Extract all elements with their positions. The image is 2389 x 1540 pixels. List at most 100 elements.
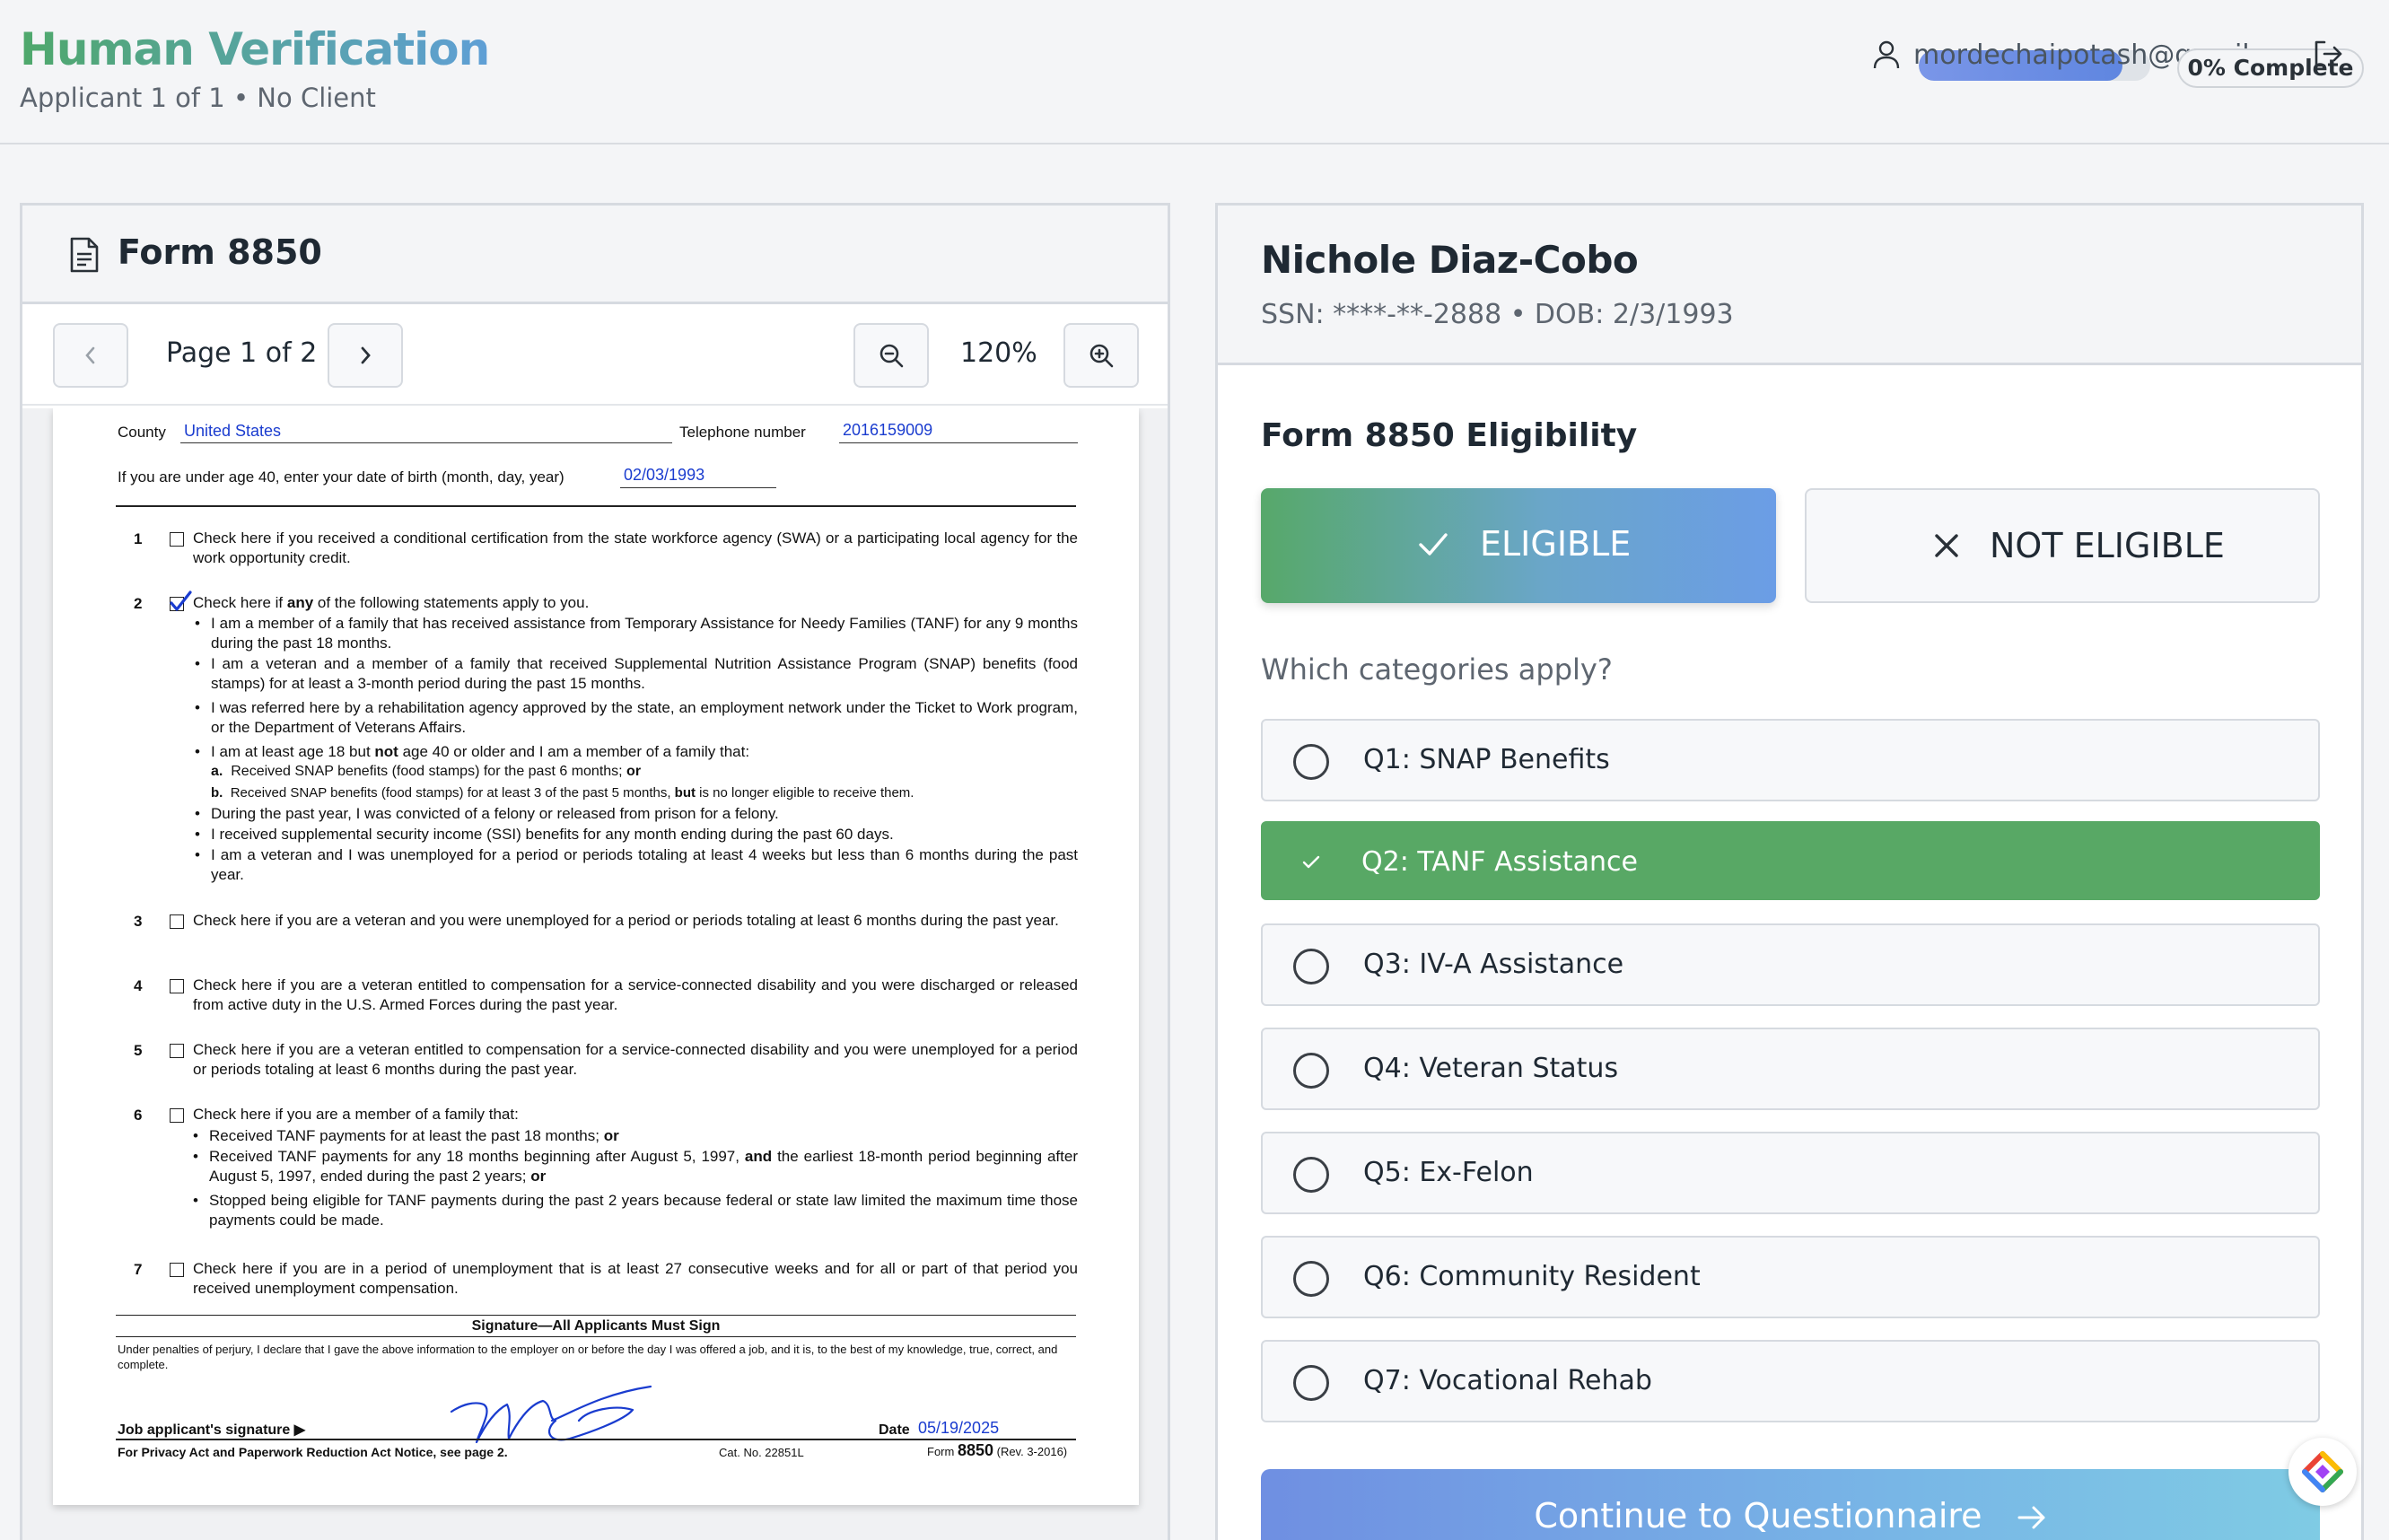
bullet: I am a veteran and a member of a family … <box>195 654 1078 694</box>
item-text: Check here if any of the following state… <box>193 594 590 611</box>
checkbox[interactable] <box>170 532 184 547</box>
phone-value: 2016159009 <box>843 421 933 439</box>
phone-line <box>839 442 1078 443</box>
page-indicator: Page 1 of 2 <box>166 337 318 369</box>
item-text: Check here if you received a conditional… <box>193 529 1078 566</box>
eligible-button[interactable]: ELIGIBLE <box>1261 488 1776 603</box>
document-viewer[interactable]: County United States Telephone number 20… <box>22 408 1168 1540</box>
checkbox[interactable] <box>170 1044 184 1058</box>
bullet: I received supplemental security income … <box>195 825 1078 844</box>
item-number: 7 <box>134 1261 143 1278</box>
document-panel: Form 8850 Page 1 of 2 120% County United… <box>20 203 1170 1540</box>
category-q5[interactable]: Q5: Ex-Felon <box>1261 1132 2320 1214</box>
divider <box>116 1315 1076 1316</box>
zoom-out-button[interactable] <box>853 323 929 388</box>
bullet: I was referred here by a rehabilitation … <box>195 698 1078 738</box>
not-eligible-label: NOT ELIGIBLE <box>1990 526 2225 565</box>
item-text: Check here if you are a member of a fami… <box>193 1106 519 1123</box>
document-toolbar: Page 1 of 2 120% <box>22 307 1168 406</box>
signature-heading: Signature—All Applicants Must Sign <box>471 1318 721 1334</box>
bullet: Received TANF payments for any 18 months… <box>193 1147 1078 1186</box>
eligibility-title: Form 8850 Eligibility <box>1261 417 1638 454</box>
county-label: County <box>118 424 166 441</box>
item-text: Check here if you are a veteran entitled… <box>193 976 1078 1013</box>
checkbox-checked[interactable] <box>170 591 192 611</box>
checkbox[interactable] <box>170 1263 184 1277</box>
category-q4[interactable]: Q4: Veteran Status <box>1261 1028 2320 1110</box>
zoom-in-button[interactable] <box>1063 323 1139 388</box>
category-q1[interactable]: Q1: SNAP Benefits <box>1261 719 2320 801</box>
radio-button[interactable] <box>1293 1365 1329 1401</box>
chevron-right-icon <box>361 346 371 364</box>
zoom-in-icon <box>1089 344 1114 368</box>
bullet: During the past year, I was convicted of… <box>195 804 1078 824</box>
category-label: Q1: SNAP Benefits <box>1363 744 1610 775</box>
item-text: Check here if you are a veteran entitled… <box>193 1041 1078 1078</box>
sub-item: b. Received SNAP benefits (food stamps) … <box>211 785 914 801</box>
applicant-name: Nichole Diaz-Cobo <box>1261 238 1639 282</box>
form-number: Form 8850 (Rev. 3-2016) <box>927 1441 1068 1459</box>
bullet: I am a member of a family that has recei… <box>195 614 1078 653</box>
radio-button[interactable] <box>1293 1261 1329 1297</box>
previous-page-button[interactable] <box>53 323 128 388</box>
radio-button[interactable] <box>1293 1053 1329 1089</box>
date-label: Date <box>879 1422 910 1438</box>
dob-line <box>620 487 776 488</box>
dob-value: 02/03/1993 <box>624 466 705 484</box>
applicant-subtitle: Applicant 1 of 1 • No Client <box>20 83 376 113</box>
app-title: Human Verification <box>20 23 490 75</box>
dob-label: If you are under age 40, enter your date… <box>118 468 564 486</box>
catalog-number: Cat. No. 22851L <box>719 1446 804 1459</box>
next-page-button[interactable] <box>328 323 403 388</box>
checkbox[interactable] <box>170 979 184 993</box>
logout-icon[interactable] <box>2312 38 2344 70</box>
close-icon <box>1935 534 1958 557</box>
form-page: County United States Telephone number 20… <box>53 408 1139 1505</box>
bullet: I am at least age 18 but not age 40 or o… <box>195 742 1078 762</box>
sub-item: a. Received SNAP benefits (food stamps) … <box>211 764 642 779</box>
bullet: Received TANF payments for at least the … <box>193 1126 1078 1146</box>
document-title: Form 8850 <box>118 232 322 272</box>
checkbox[interactable] <box>170 1108 184 1123</box>
divider <box>116 505 1076 507</box>
checkbox[interactable] <box>170 914 184 929</box>
not-eligible-button[interactable]: NOT ELIGIBLE <box>1805 488 2320 603</box>
item-number: 3 <box>134 913 143 930</box>
category-q6[interactable]: Q6: Community Resident <box>1261 1236 2320 1318</box>
perjury-statement: Under penalties of perjury, I declare th… <box>118 1343 1058 1371</box>
arrow-right-icon <box>2017 1506 2045 1529</box>
radio-button[interactable] <box>1293 1157 1329 1193</box>
radio-button[interactable] <box>1293 744 1329 780</box>
item-number: 2 <box>134 595 143 612</box>
privacy-notice: For Privacy Act and Paperwork Reduction … <box>118 1445 508 1459</box>
check-icon <box>1419 533 1448 556</box>
category-label: Q6: Community Resident <box>1363 1261 1701 1292</box>
radio-button[interactable] <box>1293 949 1329 984</box>
app-launcher-button[interactable] <box>2288 1438 2357 1506</box>
category-q2[interactable]: Q2: TANF Assistance <box>1261 821 2320 900</box>
chevron-left-icon <box>85 346 95 364</box>
continue-button[interactable]: Continue to Questionnaire <box>1261 1469 2320 1540</box>
bullet: Stopped being eligible for TANF payments… <box>193 1191 1078 1230</box>
signature-label: Job applicant's signature ▶ <box>118 1422 306 1438</box>
county-value: United States <box>184 422 282 440</box>
category-label: Q4: Veteran Status <box>1363 1053 1619 1084</box>
category-label: Q7: Vocational Rehab <box>1363 1365 1652 1396</box>
county-line <box>180 442 672 443</box>
eligibility-panel: Nichole Diaz-Cobo SSN: ****-**-2888 • DO… <box>1215 203 2364 1540</box>
category-q7[interactable]: Q7: Vocational Rehab <box>1261 1340 2320 1422</box>
categories-question: Which categories apply? <box>1261 652 1613 687</box>
item-number: 5 <box>134 1042 143 1059</box>
app-launcher-icon <box>2302 1451 2343 1492</box>
user-icon <box>1873 40 1900 69</box>
bullet: I am a veteran and I was unemployed for … <box>195 845 1078 885</box>
item-text: Check here if you are a veteran and you … <box>193 912 1059 929</box>
zoom-level: 120% <box>960 337 1037 369</box>
item-number: 4 <box>134 977 143 994</box>
applicant-meta: SSN: ****-**-2888 • DOB: 2/3/1993 <box>1261 299 1734 330</box>
continue-label: Continue to Questionnaire <box>1261 1496 2320 1536</box>
top-bar: Human Verification Applicant 1 of 1 • No… <box>0 0 2389 144</box>
eligible-label: ELIGIBLE <box>1480 524 1632 564</box>
category-q3[interactable]: Q3: IV-A Assistance <box>1261 923 2320 1006</box>
item-number: 6 <box>134 1107 143 1124</box>
